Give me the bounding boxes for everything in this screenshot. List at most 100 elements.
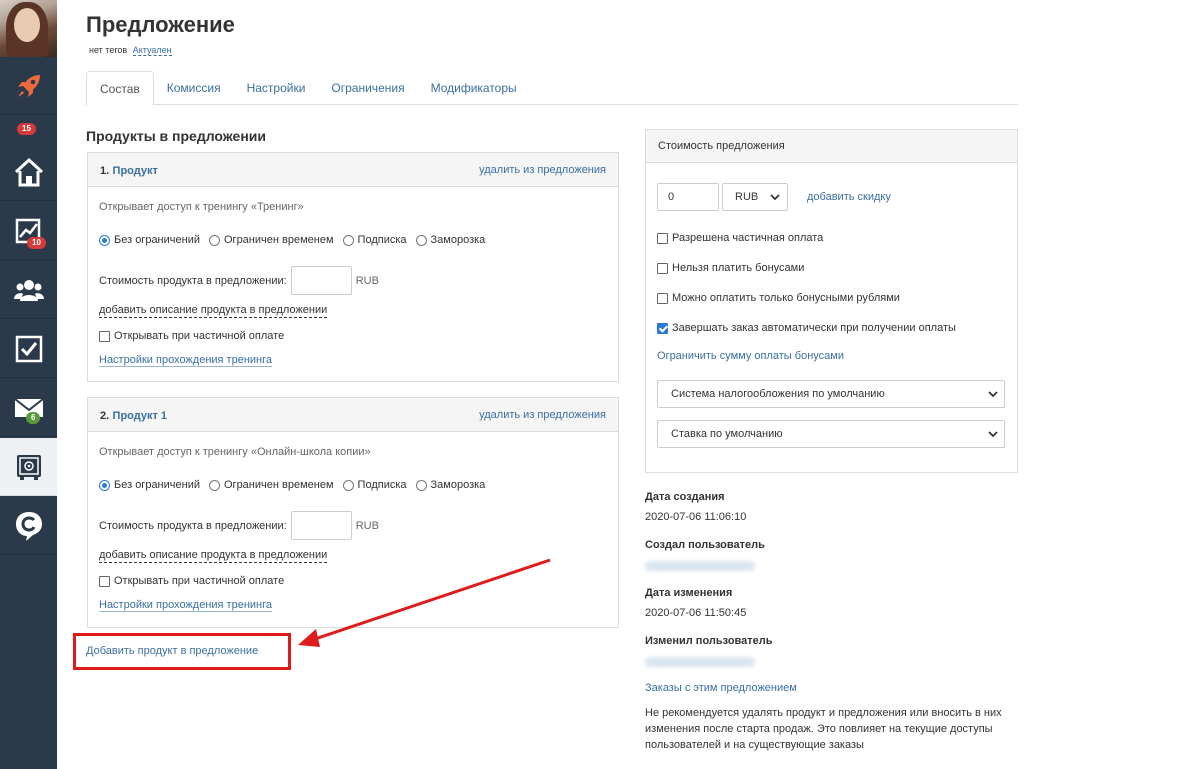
modified-value: 2020-07-06 11:50:45 — [645, 607, 747, 619]
restriction-radio-group: Без ограничений Ограничен временем Подпи… — [99, 234, 494, 246]
bonus-only-checkbox[interactable] — [657, 292, 668, 304]
logo-icon — [15, 511, 42, 541]
status-link[interactable]: Актуален — [132, 45, 172, 56]
sidebar-item-home[interactable] — [0, 143, 57, 201]
tab-modifiers[interactable]: Модификаторы — [418, 71, 530, 105]
product-number: 2. — [100, 409, 110, 422]
tags-line: нет тегов Актуален — [89, 45, 172, 56]
remove-from-offer-link[interactable]: удалить из предложения — [479, 409, 606, 421]
checkbox-label: Можно оплатить только бонусными рублями — [672, 292, 900, 304]
limit-bonus-link[interactable]: Ограничить сумму оплаты бонусами — [657, 350, 844, 362]
radio-time-limited[interactable] — [209, 479, 220, 491]
tags-label[interactable]: нет тегов — [89, 45, 127, 55]
currency-value: RUB — [735, 191, 759, 203]
tax-system-select[interactable]: Система налогообложения по умолчанию — [657, 380, 1005, 408]
radio-label: Без ограничений — [114, 234, 200, 246]
checkbox-row: Разрешена частичная оплата — [657, 232, 823, 244]
chevron-down-icon — [770, 194, 780, 201]
chevron-down-icon — [988, 431, 998, 438]
tasks-icon — [15, 335, 42, 362]
training-settings-link[interactable]: Настройки прохождения тренинга — [99, 599, 273, 612]
product-cost-label: Стоимость продукта в предложении: — [99, 519, 287, 532]
safe-icon — [16, 454, 41, 480]
users-icon — [13, 279, 44, 301]
radio-time-limited[interactable] — [209, 234, 220, 246]
product-panel: 1. Продукт удалить из предложения Открыв… — [87, 152, 619, 382]
partial-allowed-checkbox[interactable] — [657, 232, 668, 244]
no-bonus-checkbox[interactable] — [657, 262, 668, 274]
sidebar: 15 10 6 — [0, 0, 57, 769]
product-name-link[interactable]: Продукт 1 — [113, 410, 168, 422]
add-description-link[interactable]: добавить описание продукта в предложении — [99, 304, 328, 318]
product-name-link[interactable]: Продукт — [113, 165, 158, 177]
modified-by-user-blurred — [645, 657, 755, 667]
sidebar-item-tasks[interactable] — [0, 320, 57, 378]
limit-bonus-row: Ограничить сумму оплаты бонусами — [657, 350, 844, 362]
checkbox-row: Можно оплатить только бонусными рублями — [657, 292, 900, 304]
radio-freeze[interactable] — [415, 234, 427, 246]
radio-label: Заморозка — [430, 234, 486, 246]
chart-badge: 10 — [27, 237, 46, 249]
partial-payment-row: Открывать при частичной оплате — [99, 330, 284, 342]
currency-select[interactable]: RUB — [722, 183, 788, 211]
radio-label: Ограничен временем — [224, 234, 334, 246]
offer-cost-panel: Стоимость предложения 0 RUB добавить ски… — [645, 129, 1018, 473]
radio-no-limit[interactable] — [99, 234, 110, 246]
checkbox-row: Завершать заказ автоматически при получе… — [657, 322, 956, 334]
product-number: 1. — [100, 164, 110, 177]
partial-payment-label: Открывать при частичной оплате — [114, 330, 285, 342]
radio-label: Ограничен временем — [224, 479, 334, 491]
product-cost-row: Стоимость продукта в предложении: RUB — [99, 511, 379, 540]
partial-payment-label: Открывать при частичной оплате — [114, 575, 285, 587]
orders-link[interactable]: Заказы с этим предложением — [645, 682, 797, 694]
partial-payment-row: Открывать при частичной оплате — [99, 575, 284, 587]
sidebar-item-users[interactable] — [0, 261, 57, 319]
warning-text: Не рекомендуется удалять продукт и предл… — [645, 707, 1002, 751]
checkbox-row: Нельзя платить бонусами — [657, 262, 804, 274]
partial-payment-checkbox[interactable] — [99, 330, 110, 342]
tax-system-value: Система налогообложения по умолчанию — [671, 388, 885, 400]
offer-cost-input[interactable]: 0 — [657, 183, 719, 211]
radio-label: Заморозка — [430, 479, 486, 491]
modified-label: Дата изменения — [645, 587, 733, 599]
sidebar-item-chart[interactable] — [0, 202, 57, 260]
training-settings-link[interactable]: Настройки прохождения тренинга — [99, 354, 273, 367]
product-cost-label: Стоимость продукта в предложении: — [99, 274, 287, 287]
offer-cost-header: Стоимость предложения — [646, 130, 1017, 163]
checkbox-label: Завершать заказ автоматически при получе… — [672, 322, 956, 334]
add-discount-link[interactable]: добавить скидку — [807, 191, 891, 203]
created-label: Дата создания — [645, 491, 725, 503]
auto-complete-checkbox[interactable] — [657, 322, 668, 334]
radio-freeze[interactable] — [415, 479, 427, 491]
partial-payment-checkbox[interactable] — [99, 575, 110, 587]
radio-no-limit[interactable] — [99, 479, 110, 491]
radio-subscription[interactable] — [342, 479, 354, 491]
add-description-row: добавить описание продукта в предложении — [99, 304, 328, 318]
avatar[interactable] — [0, 0, 57, 57]
radio-label: Подписка — [357, 234, 407, 246]
created-by-user-blurred — [645, 561, 755, 571]
product-access-text: Открывает доступ к тренингу «Тренинг» — [99, 201, 304, 213]
sidebar-item-rocket[interactable] — [0, 57, 57, 115]
mail-badge: 6 — [26, 412, 41, 424]
modified-by-label: Изменил пользователь — [645, 635, 773, 647]
product-cost-input[interactable] — [290, 511, 352, 540]
sidebar-item-logo[interactable] — [0, 497, 57, 555]
product-cost-input[interactable] — [290, 266, 352, 295]
radio-subscription[interactable] — [342, 234, 354, 246]
tab-commission[interactable]: Комиссия — [154, 71, 234, 105]
rate-select[interactable]: Ставка по умолчанию — [657, 420, 1005, 448]
remove-from-offer-link[interactable]: удалить из предложения — [479, 164, 606, 176]
product-panel-header: 1. Продукт удалить из предложения — [88, 153, 618, 187]
product-access-text: Открывает доступ к тренингу «Онлайн-школ… — [99, 446, 371, 458]
rate-value: Ставка по умолчанию — [671, 428, 783, 440]
add-product-link[interactable]: Добавить продукт в предложение — [86, 645, 258, 657]
tab-composition[interactable]: Состав — [86, 71, 154, 106]
product-cost-row: Стоимость продукта в предложении: RUB — [99, 266, 379, 295]
product-cost-currency: RUB — [355, 519, 379, 532]
sidebar-item-mail[interactable] — [0, 379, 57, 437]
page-title: Предложение — [86, 12, 235, 37]
tab-restrictions[interactable]: Ограничения — [318, 71, 417, 105]
tab-settings[interactable]: Настройки — [234, 71, 319, 105]
sidebar-item-safe[interactable] — [0, 438, 57, 496]
